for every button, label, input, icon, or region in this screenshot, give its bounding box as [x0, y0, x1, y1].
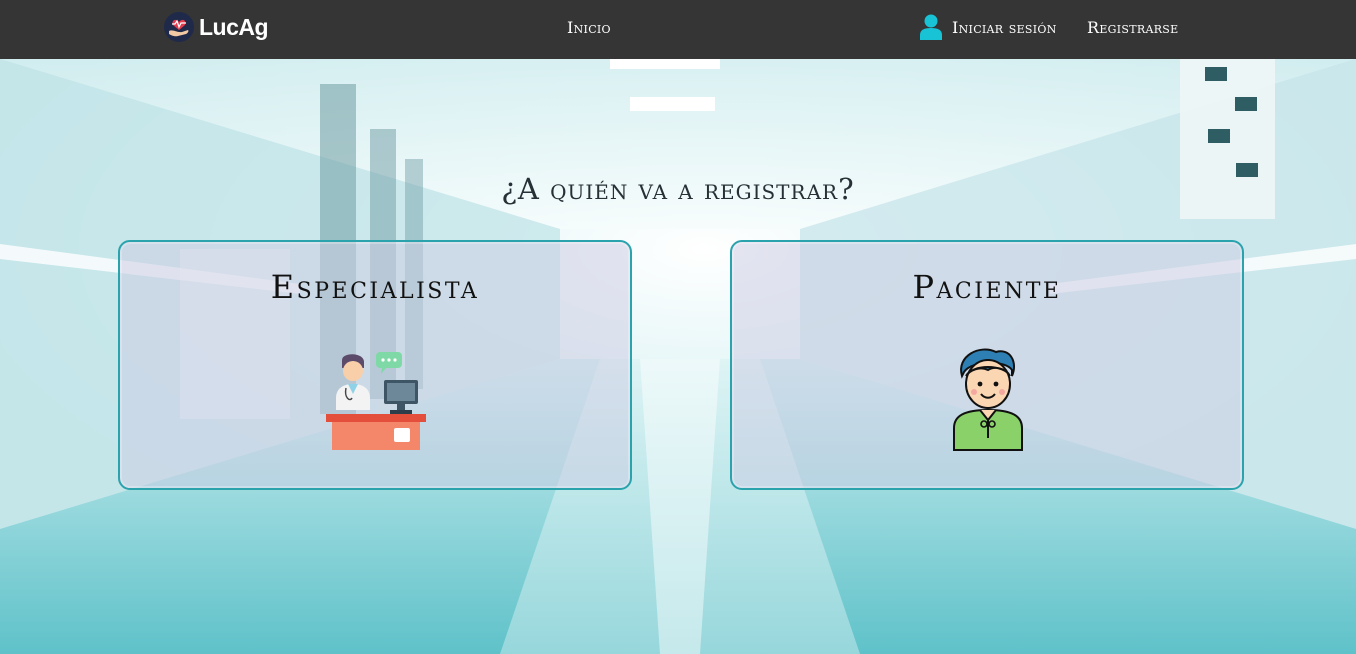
top-navbar: LucAg Inicio Iniciar sesión Registrarse [0, 0, 1356, 59]
doctor-at-desk-icon [326, 352, 426, 450]
option-title-paciente: Paciente [912, 268, 1062, 306]
nav-login-link[interactable]: Iniciar sesión [920, 14, 1057, 40]
page-title: ¿A quién va a registrar? [501, 172, 855, 206]
option-card-especialista[interactable]: Especialista [118, 240, 632, 490]
option-title-especialista: Especialista [270, 268, 480, 306]
brand[interactable]: LucAg [163, 10, 269, 44]
nav-login-label: Iniciar sesión [952, 17, 1057, 37]
brand-name: LucAg [199, 13, 269, 40]
heart-hand-logo-icon [164, 12, 194, 42]
nav-register-link[interactable]: Registrarse [1087, 18, 1178, 37]
nav-inicio-link[interactable]: Inicio [567, 18, 611, 37]
patient-icon [953, 348, 1023, 451]
option-card-paciente[interactable]: Paciente [730, 240, 1244, 490]
user-icon [920, 14, 942, 40]
